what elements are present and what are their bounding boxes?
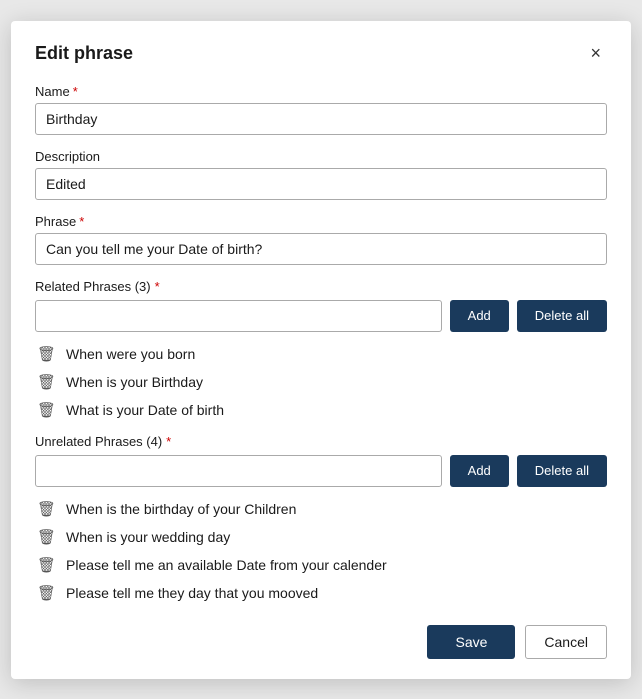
cancel-button[interactable]: Cancel (525, 625, 607, 659)
description-field-group: Description (35, 149, 607, 200)
list-item: 🗑 When were you born (35, 340, 607, 368)
unrelated-phrases-label: Unrelated Phrases (4) * (35, 434, 607, 449)
related-delete-all-button[interactable]: Delete all (517, 300, 607, 332)
dialog-header: Edit phrase × (35, 41, 607, 66)
related-required-star: * (155, 279, 160, 294)
delete-unrelated-item-4-icon[interactable]: 🗑 (37, 584, 56, 602)
unrelated-add-row: Add Delete all (35, 455, 607, 487)
list-item: 🗑 Please tell me an available Date from … (35, 551, 607, 579)
list-item: 🗑 When is the birthday of your Children (35, 495, 607, 523)
unrelated-phrases-list: 🗑 When is the birthday of your Children … (35, 495, 607, 607)
list-item: 🗑 When is your Birthday (35, 368, 607, 396)
related-item-1-text: When were you born (66, 346, 195, 362)
description-label: Description (35, 149, 607, 164)
name-required-star: * (73, 84, 78, 99)
related-phrase-input[interactable] (35, 300, 442, 332)
delete-related-item-2-icon[interactable]: 🗑 (37, 373, 56, 391)
list-item: 🗑 Please tell me they day that you moove… (35, 579, 607, 607)
phrase-label: Phrase * (35, 214, 607, 229)
related-item-3-text: What is your Date of birth (66, 402, 224, 418)
phrase-input[interactable] (35, 233, 607, 265)
name-input[interactable] (35, 103, 607, 135)
delete-unrelated-item-1-icon[interactable]: 🗑 (37, 500, 56, 518)
related-phrases-label: Related Phrases (3) * (35, 279, 607, 294)
delete-unrelated-item-3-icon[interactable]: 🗑 (37, 556, 56, 574)
list-item: 🗑 What is your Date of birth (35, 396, 607, 424)
unrelated-item-4-text: Please tell me they day that you mooved (66, 585, 318, 601)
dialog-title: Edit phrase (35, 43, 133, 64)
name-field-group: Name * (35, 84, 607, 135)
related-add-button[interactable]: Add (450, 300, 509, 332)
delete-related-item-3-icon[interactable]: 🗑 (37, 401, 56, 419)
unrelated-phrase-input[interactable] (35, 455, 442, 487)
save-button[interactable]: Save (427, 625, 515, 659)
delete-related-item-1-icon[interactable]: 🗑 (37, 345, 56, 363)
edit-phrase-dialog: Edit phrase × Name * Description Phrase … (11, 21, 631, 679)
close-button[interactable]: × (584, 41, 607, 66)
delete-unrelated-item-2-icon[interactable]: 🗑 (37, 528, 56, 546)
related-item-2-text: When is your Birthday (66, 374, 203, 390)
list-item: 🗑 When is your wedding day (35, 523, 607, 551)
unrelated-required-star: * (166, 434, 171, 449)
name-label: Name * (35, 84, 607, 99)
unrelated-item-3-text: Please tell me an available Date from yo… (66, 557, 387, 573)
dialog-footer: Save Cancel (35, 625, 607, 659)
phrase-field-group: Phrase * (35, 214, 607, 265)
unrelated-add-button[interactable]: Add (450, 455, 509, 487)
unrelated-delete-all-button[interactable]: Delete all (517, 455, 607, 487)
phrase-required-star: * (79, 214, 84, 229)
related-add-row: Add Delete all (35, 300, 607, 332)
unrelated-item-1-text: When is the birthday of your Children (66, 501, 296, 517)
unrelated-item-2-text: When is your wedding day (66, 529, 230, 545)
related-phrases-list: 🗑 When were you born 🗑 When is your Birt… (35, 340, 607, 424)
description-input[interactable] (35, 168, 607, 200)
